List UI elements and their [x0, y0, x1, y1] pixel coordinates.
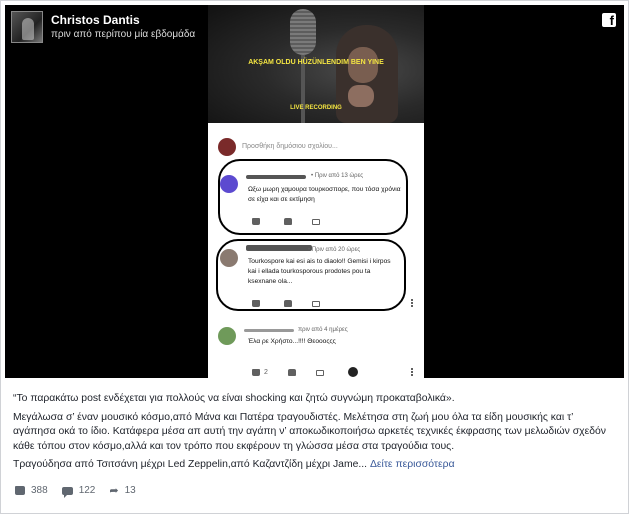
- thumbs-down-icon[interactable]: [287, 369, 296, 376]
- shares-stat[interactable]: ➦ 13: [109, 485, 135, 496]
- thumbs-up-icon: [15, 486, 25, 495]
- comment-time: πριν από 4 ημέρες: [298, 327, 348, 333]
- post-stats: 388 122 ➦ 13: [15, 485, 150, 498]
- more-options-icon[interactable]: [411, 299, 413, 307]
- redacted-name: [244, 329, 294, 332]
- post-text: “Το παρακάτω post ενδέχεται για πολλούς …: [13, 392, 613, 477]
- post-media[interactable]: Christos Dantis πριν από περίπου μία εβδ…: [5, 5, 624, 378]
- likes-stat[interactable]: 388: [15, 485, 48, 496]
- post-author: Christos Dantis πριν από περίπου μία εβδ…: [11, 11, 195, 43]
- share-icon: ➦: [109, 484, 119, 497]
- singer-hand: [348, 85, 374, 107]
- video-thumbnail: AKŞAM OLDU HÜZÜNLENDIM BEN YINE LIVE REC…: [208, 5, 424, 123]
- video-caption-bottom: LIVE RECORDING: [290, 105, 342, 111]
- microphone-image: [290, 9, 316, 55]
- comments-stat[interactable]: 122: [61, 485, 96, 498]
- comment-icon: [61, 486, 73, 498]
- reply-icon[interactable]: [315, 369, 324, 376]
- comment-actions: 2: [252, 369, 324, 376]
- highlight-circle: [216, 239, 406, 311]
- author-name[interactable]: Christos Dantis: [51, 13, 195, 28]
- post-intro: “Το παρακάτω post ενδέχεται για πολλούς …: [13, 393, 455, 404]
- facebook-icon: f: [602, 13, 616, 28]
- author-avatar[interactable]: [11, 11, 43, 43]
- post-timestamp[interactable]: πριν από περίπου μία εβδομάδα: [51, 28, 195, 41]
- more-options-icon[interactable]: [411, 368, 413, 376]
- commenter-avatar[interactable]: [218, 327, 236, 345]
- comment-item: • Πριν από 20 ώρες Tourkospore kai esi a…: [208, 239, 424, 323]
- like-count: 2: [264, 369, 268, 376]
- likes-count: 388: [31, 485, 48, 496]
- facebook-post: Christos Dantis πριν από περίπου μία εβδ…: [0, 0, 629, 514]
- comment-input-placeholder[interactable]: Προσθήκη δημόσιου σχολίου...: [242, 143, 338, 150]
- highlight-circle: [218, 159, 408, 235]
- comment-item: πριν από 4 ημέρες Έλα ρε Χρήστο...!!!! Θ…: [208, 323, 424, 378]
- shares-count: 13: [124, 485, 136, 496]
- post-tail-text: Τραγούδησα από Τσιτσάνη μέχρι Led Zeppel…: [13, 459, 368, 471]
- comments-count: 122: [78, 485, 96, 496]
- see-more-link[interactable]: Δείτε περισσότερα: [370, 459, 455, 470]
- post-tail: Τραγούδησα από Τσιτσάνη μέχρι Led Zeppel…: [13, 458, 613, 473]
- video-caption: AKŞAM OLDU HÜZÜNLENDIM BEN YINE: [248, 59, 384, 66]
- comment-input-row[interactable]: Προσθήκη δημόσιου σχολίου...: [208, 135, 424, 159]
- thumbs-up-icon[interactable]: [252, 369, 260, 376]
- comment-item: • Πριν από 13 ώρες Ωξω μωρη χαμουρα τουρ…: [208, 159, 424, 243]
- viewer-avatar: [218, 138, 236, 156]
- comment-text: Έλα ρε Χρήστο...!!!! Θεοοοςςς: [248, 338, 336, 345]
- youtube-screenshot: AKŞAM OLDU HÜZÜNLENDIM BEN YINE LIVE REC…: [208, 5, 424, 378]
- creator-heart-icon: [348, 367, 358, 377]
- post-body: Μεγάλωσα σ’ έναν μουσικό κόσμο,από Μάνα …: [13, 411, 606, 452]
